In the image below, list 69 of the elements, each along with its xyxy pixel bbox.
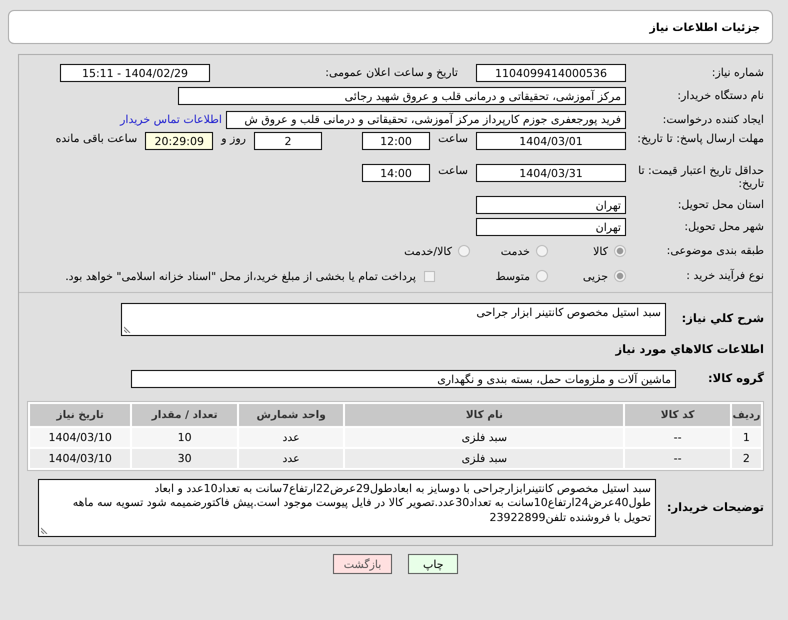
table-cell: 10 (132, 428, 237, 447)
back-button[interactable]: بازگشت (332, 554, 392, 574)
field-label: تاریخ و ساعت اعلان عمومی: (324, 66, 459, 80)
field-label: شهر محل تحویل: (683, 220, 764, 234)
field-label: ساعت باقی مانده (56, 132, 138, 145)
radio-button[interactable] (614, 270, 626, 282)
table-cell: 1 (732, 428, 761, 447)
page-title: جزئیات اطلاعات نیاز (650, 20, 760, 34)
days-field: 2 (254, 132, 322, 150)
announce-date-field: 1404/02/29 - 15:11 (60, 64, 210, 82)
option-label: کالا/خدمت (404, 244, 452, 258)
requester-field: فرید پورجعفری جوزم کارپرداز مرکز آموزشی، تحقیقاتی و درمانی قلب و عروق ش (226, 110, 626, 128)
table-cell: سبد فلزی (345, 449, 624, 468)
field-label: ایجاد کننده درخواست: (662, 112, 764, 126)
table-cell: 1404/03/10 (30, 428, 130, 447)
radio-button[interactable] (458, 245, 470, 257)
field-label: حداقل تاریخ اعتبار قیمت: تا تاریخ: (637, 164, 764, 190)
city-field: تهران (476, 218, 626, 236)
table-cell: 30 (132, 449, 237, 468)
field-label: نوع فرآیند خرید : (685, 269, 764, 283)
field-label: روز و (221, 132, 246, 145)
buyer-contact-link[interactable]: اطلاعات تماس خریدار (120, 113, 222, 126)
section-heading: اطلاعات كالاهاي مورد نياز (614, 343, 764, 357)
buyer-org-field: مرکز آموزشی، تحقیقاتی و درمانی قلب و عروق شهید رجائی (178, 87, 626, 105)
deadline-date-field: 1404/03/01 (476, 132, 626, 150)
field-label: طبقه بندی موضوعی: (666, 244, 764, 258)
checkbox[interactable] (424, 270, 435, 282)
column-header: تعداد / مقدار (132, 404, 237, 426)
column-header: ردیف (732, 404, 761, 426)
buyer-notes-field: سبد استیل مخصوص کانتینرابزارجراحی با دوسایز به ابعادطول29عرض22ارتفاع7سانت به تعداد10عدد و ابعاد طول40عرض24ارتفاع10سانت به تعداد30عدد.تصویر کالا در فایل پیوست موجود است.پیش فاکتورضمیمه شود تسویه سه ماهه تحویل با فروشنده تلفن23922899 (38, 479, 656, 537)
table-cell: عدد (238, 449, 344, 468)
field-label: شرح کلي نياز: (680, 312, 764, 326)
resize-grip-icon[interactable] (41, 526, 49, 534)
field-label: استان محل تحویل: (676, 198, 764, 212)
field-label: شماره نیاز: (710, 66, 764, 80)
print-button[interactable]: چاپ (408, 554, 458, 574)
resize-grip-icon[interactable] (124, 324, 132, 332)
field-label: گروه کالا: (707, 372, 764, 386)
province-field: تهران (476, 196, 626, 214)
radio-button[interactable] (536, 245, 548, 257)
need-number-field: 1104099414000536 (476, 64, 626, 82)
validity-time-field: 14:00 (362, 164, 430, 182)
field-label: ساعت (438, 164, 468, 177)
table-cell: 2 (732, 449, 761, 468)
column-header: تاریخ نیاز (30, 404, 130, 426)
table-cell: -- (625, 449, 730, 468)
radio-button[interactable] (614, 245, 626, 257)
option-label: خدمت (500, 244, 530, 258)
remaining-time-field: 20:29:09 (145, 132, 214, 150)
column-header: کد کالا (625, 404, 730, 426)
field-label: نام دستگاه خریدار: (676, 89, 764, 103)
validity-date-field: 1404/03/31 (476, 164, 626, 182)
table-cell: سبد فلزی (345, 428, 624, 447)
table-cell: -- (625, 428, 730, 447)
field-label: توضیحات خریدار: (666, 501, 764, 515)
table-cell: 1404/03/10 (30, 449, 130, 468)
deadline-time-field: 12:00 (362, 132, 430, 150)
table-cell: عدد (238, 428, 344, 447)
goods-group-field: ماشین آلات و ملزومات حمل، بسته بندی و نگهداری (131, 370, 676, 388)
field-label: مهلت ارسال پاسخ: تا تاریخ: (636, 132, 764, 146)
option-label: جزیی (582, 270, 608, 282)
field-label: ساعت (438, 132, 468, 145)
summary-field: سبد استیل مخصوص کانتینر ابزار جراحی (121, 302, 666, 336)
column-header: نام کالا (345, 404, 624, 426)
option-label: کالا (593, 244, 608, 258)
checkbox-label: پرداخت تمام یا بخشی از مبلغ خرید،از محل "اسناد خزانه اسلامی" خواهد بود. (65, 270, 416, 282)
radio-button[interactable] (536, 270, 548, 282)
option-label: متوسط (495, 270, 530, 282)
column-header: واحد شمارش (238, 404, 344, 426)
